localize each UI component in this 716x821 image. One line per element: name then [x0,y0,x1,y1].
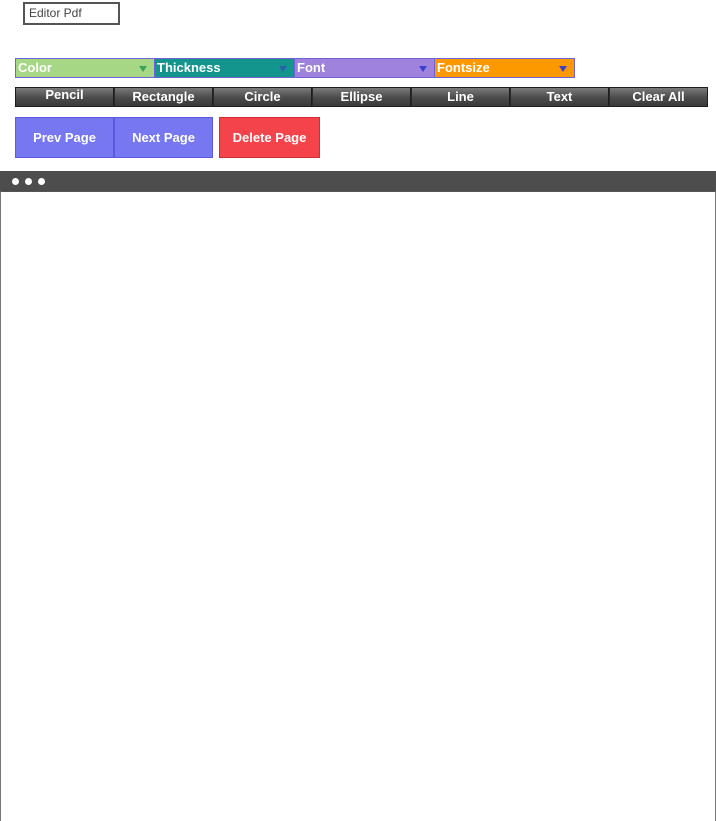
color-select-label: Color [18,60,52,75]
circle-button[interactable]: Circle [213,87,312,107]
thickness-select-label: Thickness [157,60,221,75]
rectangle-button[interactable]: Rectangle [114,87,213,107]
thickness-select[interactable]: Thickness [155,58,295,78]
editor-pdf-app: Editor Pdf Color Thickness Font Fontsize… [0,0,716,821]
delete-page-button[interactable]: Delete Page [219,117,320,158]
ellipse-button[interactable]: Ellipse [312,87,411,107]
fontsize-select[interactable]: Fontsize [435,58,575,78]
line-button[interactable]: Line [411,87,510,107]
drawing-toolbar: Pencil Rectangle Circle Ellipse Line Tex… [15,87,708,107]
chevron-down-icon [419,66,427,72]
color-select[interactable]: Color [15,58,155,78]
canvas-window-bar [0,171,716,191]
pdf-canvas[interactable] [0,191,716,821]
prev-page-button[interactable]: Prev Page [15,117,114,158]
clear-all-button[interactable]: Clear All [609,87,708,107]
window-dot-icon[interactable] [38,178,45,185]
chevron-down-icon [279,66,287,72]
window-dot-icon[interactable] [12,178,19,185]
format-selects: Color Thickness Font Fontsize [15,58,576,78]
app-title: Editor Pdf [23,2,120,25]
chevron-down-icon [559,66,567,72]
next-page-button[interactable]: Next Page [114,117,213,158]
pencil-button[interactable]: Pencil [15,87,114,107]
chevron-down-icon [139,66,147,72]
text-button[interactable]: Text [510,87,609,107]
font-select-label: Font [297,60,326,75]
window-dot-icon[interactable] [25,178,32,185]
fontsize-select-label: Fontsize [437,60,490,75]
font-select[interactable]: Font [295,58,435,78]
page-controls: Prev Page Next Page Delete Page [15,117,320,158]
